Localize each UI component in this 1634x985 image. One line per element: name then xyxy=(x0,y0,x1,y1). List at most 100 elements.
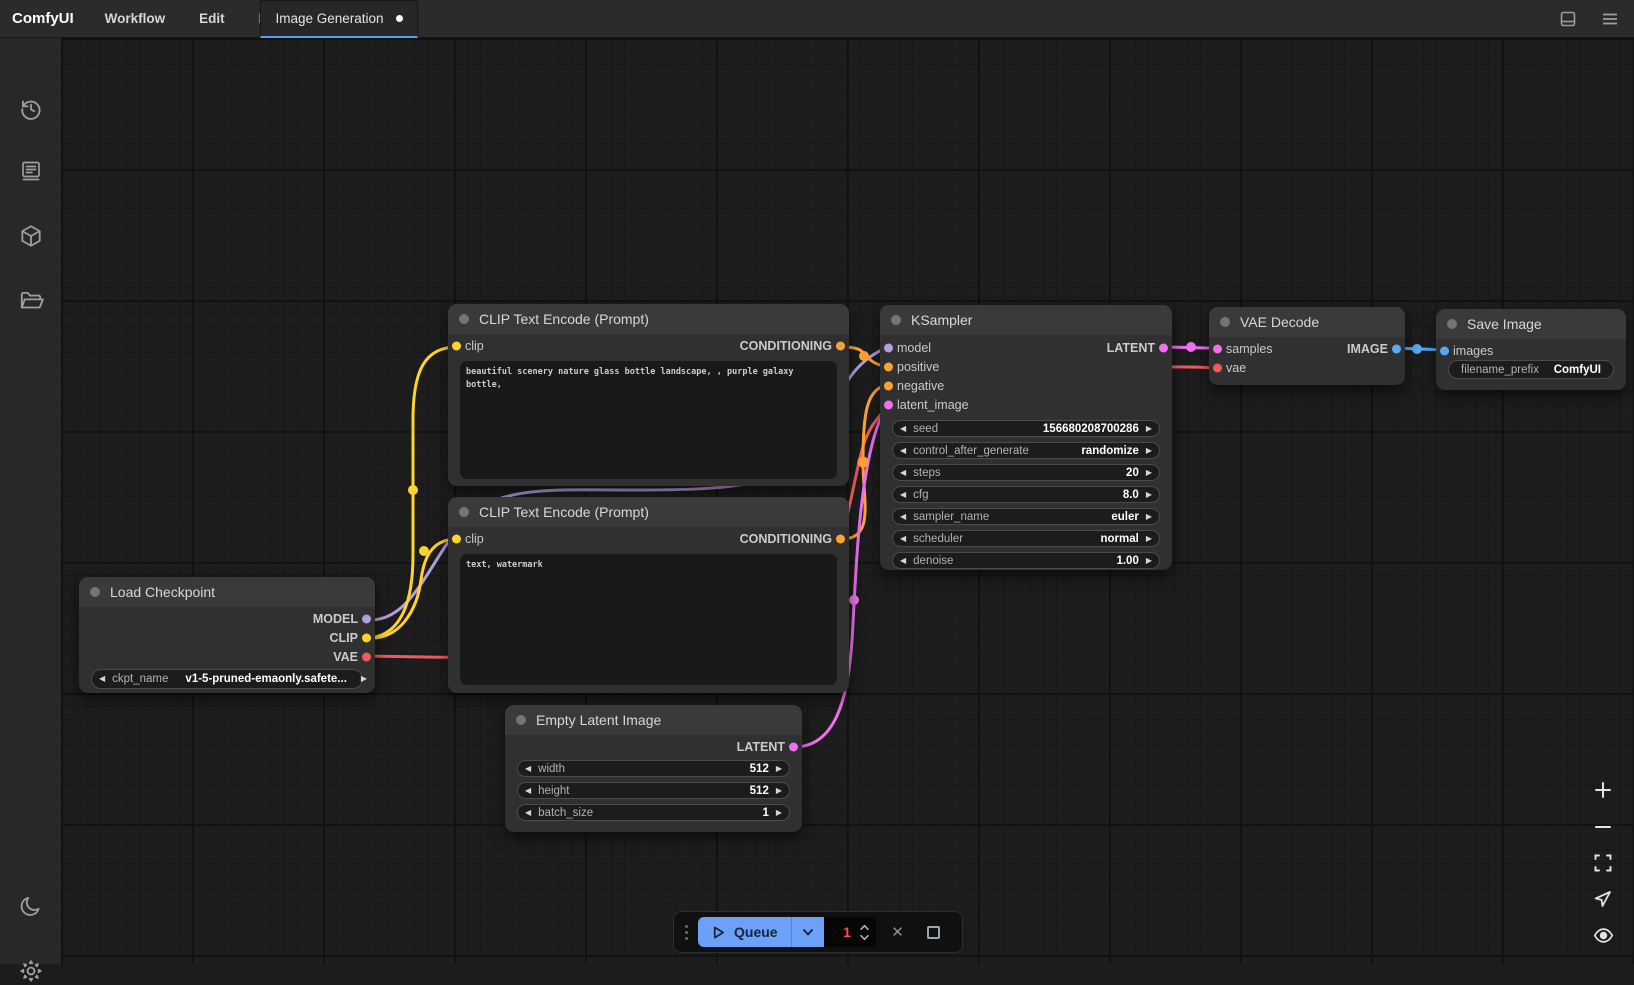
batch-count-input[interactable]: 1 xyxy=(824,917,876,947)
decrement-arrow-icon[interactable]: ◀ xyxy=(900,535,906,543)
decrement-arrow-icon[interactable]: ◀ xyxy=(99,675,105,683)
clear-queue-button[interactable]: ✕ xyxy=(884,918,912,946)
input-port-model[interactable] xyxy=(884,343,893,352)
decrement-arrow-icon[interactable]: ◀ xyxy=(525,787,531,795)
increment-arrow-icon[interactable]: ▶ xyxy=(776,809,782,817)
widget-ckpt-name[interactable]: ◀ ckpt_name v1-5-pruned-emaonly.safete..… xyxy=(91,669,363,689)
node-header[interactable]: CLIP Text Encode (Prompt) xyxy=(448,497,849,527)
widget-width[interactable]: ◀ width 512 ▶ xyxy=(517,760,790,777)
node-save-image[interactable]: Save Image images filename_prefix ComfyU… xyxy=(1436,309,1626,390)
node-header[interactable]: Empty Latent Image xyxy=(505,705,802,735)
widget-control-after-generate[interactable]: ◀ control_after_generate randomize ▶ xyxy=(892,442,1160,459)
node-header[interactable]: Save Image xyxy=(1436,309,1626,339)
increment-arrow-icon[interactable]: ▶ xyxy=(1146,513,1152,521)
output-port-image[interactable] xyxy=(1392,344,1401,353)
decrement-arrow-icon[interactable]: ◀ xyxy=(900,469,906,477)
menu-edit[interactable]: Edit xyxy=(182,0,242,37)
input-port-vae[interactable] xyxy=(1213,363,1222,372)
node-empty-latent-image[interactable]: Empty Latent Image LATENT ◀ width 512 ▶ … xyxy=(505,705,802,832)
widget-filename-prefix[interactable]: filename_prefix ComfyUI xyxy=(1448,360,1614,379)
input-port-samples[interactable] xyxy=(1213,344,1222,353)
output-port-vae[interactable] xyxy=(362,652,371,661)
queue-icon[interactable] xyxy=(17,157,45,185)
history-icon[interactable] xyxy=(17,95,45,123)
hamburger-menu-icon[interactable] xyxy=(1600,9,1620,29)
widget-seed[interactable]: ◀ seed 156680208700286 ▶ xyxy=(892,420,1160,437)
node-header[interactable]: CLIP Text Encode (Prompt) xyxy=(448,304,849,334)
collapse-dot-icon[interactable] xyxy=(1447,319,1457,329)
increment-arrow-icon[interactable]: ▶ xyxy=(1146,491,1152,499)
decrement-arrow-icon[interactable]: ◀ xyxy=(525,765,531,773)
increment-arrow-icon[interactable]: ▶ xyxy=(776,765,782,773)
collapse-dot-icon[interactable] xyxy=(891,315,901,325)
widget-steps[interactable]: ◀ steps 20 ▶ xyxy=(892,464,1160,481)
tab-image-generation[interactable]: Image Generation xyxy=(260,0,418,38)
input-port-latent-image[interactable] xyxy=(884,400,893,409)
collapse-dot-icon[interactable] xyxy=(90,587,100,597)
collapse-dot-icon[interactable] xyxy=(1220,317,1230,327)
output-port-model[interactable] xyxy=(362,614,371,623)
toggle-link-visibility-eye-icon[interactable] xyxy=(1590,922,1616,948)
drag-handle[interactable] xyxy=(683,925,690,940)
input-port-negative[interactable] xyxy=(884,381,893,390)
input-port-clip[interactable] xyxy=(452,534,461,543)
increment-arrow-icon[interactable]: ▶ xyxy=(1146,535,1152,543)
node-header[interactable]: Load Checkpoint xyxy=(79,577,375,607)
decrement-arrow-icon[interactable]: ◀ xyxy=(900,491,906,499)
select-mode-icon[interactable] xyxy=(1590,886,1616,912)
theme-toggle-moon-icon[interactable] xyxy=(17,892,45,920)
decrement-arrow-icon[interactable]: ◀ xyxy=(900,557,906,565)
spinner-up-icon[interactable] xyxy=(859,924,870,931)
bottom-panel-toggle-icon[interactable] xyxy=(1558,9,1578,29)
decrement-arrow-icon[interactable]: ◀ xyxy=(900,513,906,521)
spinner-down-icon[interactable] xyxy=(859,934,870,941)
decrement-arrow-icon[interactable]: ◀ xyxy=(900,425,906,433)
zoom-out-icon[interactable] xyxy=(1590,814,1616,840)
node-vae-decode[interactable]: VAE Decode samples IMAGE vae xyxy=(1209,307,1405,385)
prompt-textarea[interactable]: beautiful scenery nature glass bottle la… xyxy=(460,361,837,479)
widget-denoise[interactable]: ◀ denoise 1.00 ▶ xyxy=(892,552,1160,569)
widget-batch-size[interactable]: ◀ batch_size 1 ▶ xyxy=(517,804,790,821)
widget-height[interactable]: ◀ height 512 ▶ xyxy=(517,782,790,799)
queue-button[interactable]: Queue xyxy=(698,917,824,947)
port-row: positive xyxy=(880,357,1172,376)
widget-sampler-name[interactable]: ◀ sampler_name euler ▶ xyxy=(892,508,1160,525)
increment-arrow-icon[interactable]: ▶ xyxy=(1146,447,1152,455)
collapse-dot-icon[interactable] xyxy=(459,507,469,517)
decrement-arrow-icon[interactable]: ◀ xyxy=(525,809,531,817)
node-clip-text-encode-negative[interactable]: CLIP Text Encode (Prompt) clip CONDITION… xyxy=(448,497,849,693)
input-port-clip[interactable] xyxy=(452,341,461,350)
node-ksampler[interactable]: KSampler model LATENT positive negative … xyxy=(880,305,1172,570)
input-port-images[interactable] xyxy=(1440,346,1449,355)
output-port-conditioning[interactable] xyxy=(836,341,845,350)
widget-scheduler[interactable]: ◀ scheduler normal ▶ xyxy=(892,530,1160,547)
collapse-dot-icon[interactable] xyxy=(516,715,526,725)
workflows-folder-icon[interactable] xyxy=(17,287,45,315)
increment-arrow-icon[interactable]: ▶ xyxy=(361,675,367,683)
increment-arrow-icon[interactable]: ▶ xyxy=(1146,469,1152,477)
model-library-icon[interactable] xyxy=(17,222,45,250)
node-header[interactable]: KSampler xyxy=(880,305,1172,335)
increment-arrow-icon[interactable]: ▶ xyxy=(1146,557,1152,565)
collapse-dot-icon[interactable] xyxy=(459,314,469,324)
prompt-textarea[interactable]: text, watermark xyxy=(460,554,837,685)
output-port-clip[interactable] xyxy=(362,633,371,642)
settings-gear-icon[interactable] xyxy=(17,957,45,985)
node-header[interactable]: VAE Decode xyxy=(1209,307,1405,337)
zoom-in-icon[interactable] xyxy=(1590,777,1616,803)
output-port-latent[interactable] xyxy=(1159,343,1168,352)
node-load-checkpoint[interactable]: Load Checkpoint MODEL CLIP VAE ◀ ckpt_na… xyxy=(79,577,375,693)
decrement-arrow-icon[interactable]: ◀ xyxy=(900,447,906,455)
menu-workflow[interactable]: Workflow xyxy=(88,0,183,37)
output-port-conditioning[interactable] xyxy=(836,534,845,543)
app-logo[interactable]: ComfyUI xyxy=(0,0,88,37)
increment-arrow-icon[interactable]: ▶ xyxy=(776,787,782,795)
stop-button[interactable] xyxy=(920,918,948,946)
queue-options-chevron[interactable] xyxy=(791,917,824,947)
increment-arrow-icon[interactable]: ▶ xyxy=(1146,425,1152,433)
input-port-positive[interactable] xyxy=(884,362,893,371)
widget-cfg[interactable]: ◀ cfg 8.0 ▶ xyxy=(892,486,1160,503)
fit-view-icon[interactable] xyxy=(1590,850,1616,876)
output-port-latent[interactable] xyxy=(789,742,798,751)
node-clip-text-encode-positive[interactable]: CLIP Text Encode (Prompt) clip CONDITION… xyxy=(448,304,849,486)
